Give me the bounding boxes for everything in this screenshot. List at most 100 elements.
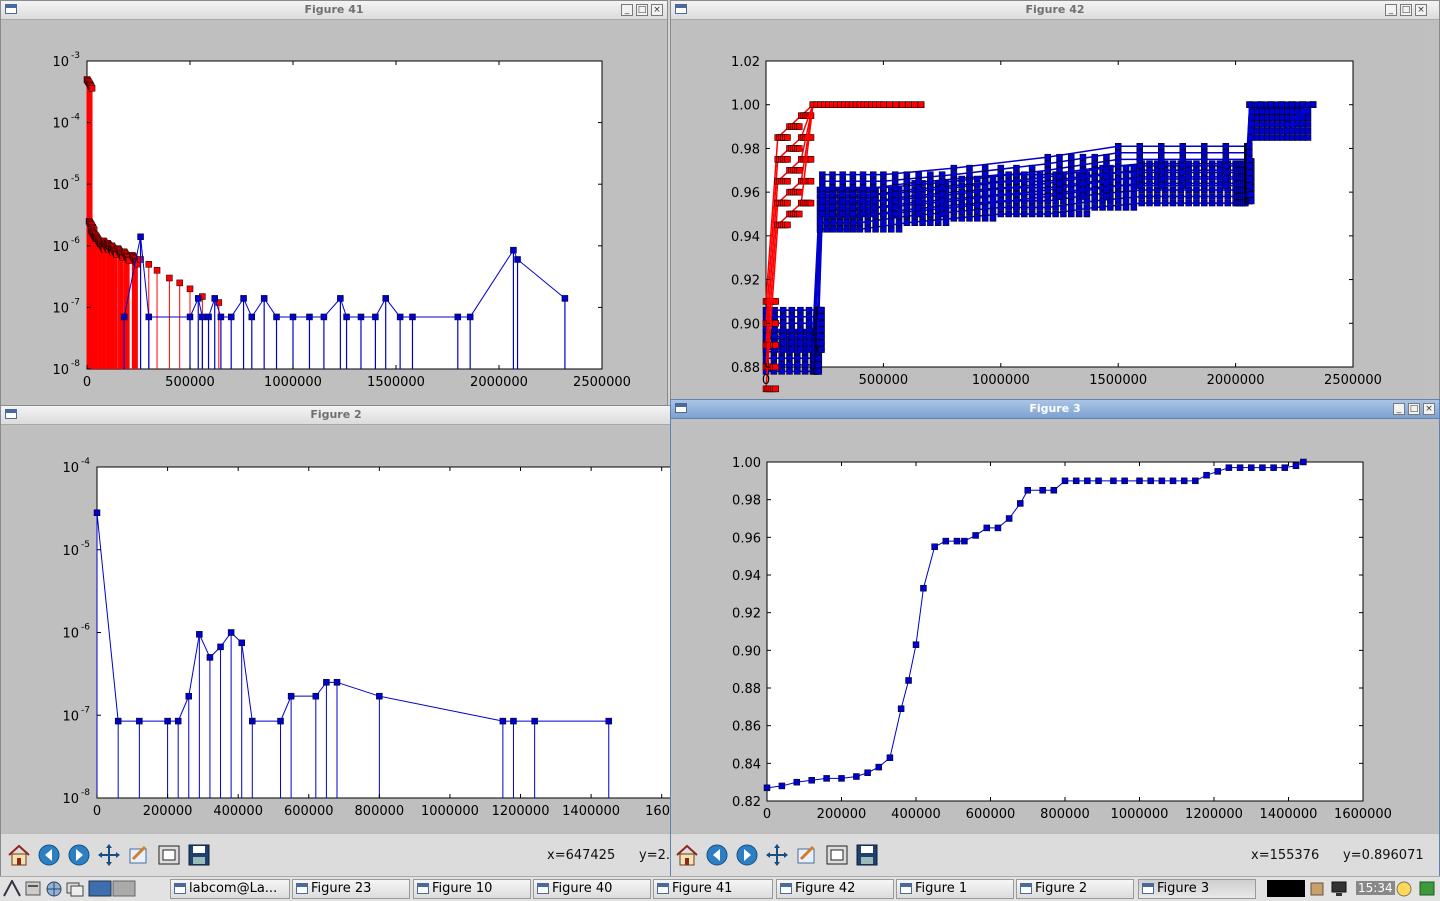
start-menu-icon[interactable]	[3, 880, 21, 897]
close-button[interactable]: ×	[1423, 403, 1435, 415]
data-point	[818, 339, 825, 347]
save-button[interactable]	[186, 842, 212, 868]
data-point	[772, 341, 780, 349]
back-button[interactable]	[36, 842, 62, 868]
plot-area	[86, 60, 603, 370]
x-tick-label: 1200000	[1185, 807, 1243, 822]
taskbar-item[interactable]: Figure 2	[1016, 879, 1134, 899]
taskbar-item[interactable]: Figure 3	[1138, 879, 1256, 899]
title-bar[interactable]: Figure 2	[1, 406, 671, 425]
plot-figure-2[interactable]: 0 200000 400000 600000 800000 1000000 1200000 1…	[7, 428, 672, 834]
data-point	[1185, 186, 1192, 194]
taskbar-item[interactable]: Figure 10	[413, 879, 531, 899]
save-button[interactable]	[854, 842, 880, 868]
title-bar[interactable]: Figure 42 _ □ ×	[671, 1, 1439, 20]
taskbar-item[interactable]: Figure 41	[653, 879, 773, 899]
figure-canvas[interactable]: 0 200000 400000 600000 800000 1000000 1200000 1…	[677, 422, 1435, 834]
x-tick-label: 0	[93, 804, 101, 819]
data-point	[864, 226, 871, 233]
data-point	[166, 274, 173, 282]
data-point	[815, 368, 823, 375]
maximize-button[interactable]: □	[636, 4, 648, 16]
data-point	[1185, 193, 1192, 200]
figure-canvas[interactable]: 0 500000 1000000 1500000 2000000 2500000 0.88 0…	[677, 25, 1423, 401]
cursor-y-readout: y=0.896071	[1343, 848, 1424, 863]
data-point	[938, 210, 946, 218]
taskbar-item[interactable]: labcom@La...	[170, 879, 290, 899]
data-point	[1154, 193, 1161, 200]
minimize-button[interactable]: _	[1393, 403, 1405, 415]
plot-figure-3[interactable]: 0 200000 400000 600000 800000 1000000 1200000 1…	[677, 422, 1435, 834]
data-point	[911, 101, 918, 108]
plot-figure-41[interactable]: 0 500000 1000000 1500000 2000000 250000010 -81…	[7, 25, 663, 403]
close-button[interactable]: ×	[651, 4, 663, 16]
data-point	[1267, 101, 1275, 108]
figure-canvas[interactable]: 0 200000 400000 600000 800000 1000000 1200000 1…	[7, 428, 672, 834]
terminal-icon[interactable]	[66, 880, 84, 897]
zoom-button[interactable]	[794, 842, 820, 868]
data-point	[1309, 101, 1317, 108]
navigation-toolbar: x=155376 y=0.896071	[671, 833, 1439, 876]
data-point	[1270, 464, 1277, 471]
data-point	[994, 524, 1002, 532]
maximize-button[interactable]: □	[1400, 4, 1412, 16]
home-button[interactable]	[674, 842, 700, 868]
data-point	[850, 226, 857, 233]
y-tick-exponent: -7	[81, 705, 90, 715]
data-point	[872, 226, 879, 233]
x-tick-label: 0	[763, 807, 771, 822]
home-button[interactable]	[6, 842, 32, 868]
data-point	[938, 184, 946, 192]
data-point	[797, 313, 804, 320]
y-tick-exponent: -5	[81, 540, 90, 550]
pan-button[interactable]	[764, 842, 790, 868]
minimize-button[interactable]: _	[621, 4, 633, 16]
notification-icon[interactable]	[1308, 880, 1326, 897]
data-point	[891, 177, 899, 185]
data-point	[1050, 487, 1058, 494]
subplots-icon	[158, 845, 180, 865]
close-button[interactable]: ×	[1415, 4, 1427, 16]
forward-button[interactable]	[66, 842, 92, 868]
figure-canvas[interactable]: 0 500000 1000000 1500000 2000000 2500000 10 -8 1…	[7, 25, 663, 403]
taskbar-item[interactable]: Figure 40	[533, 879, 651, 899]
data-point	[805, 333, 813, 340]
y-tick-label: 0.98	[732, 494, 761, 509]
power-icon[interactable]	[1395, 880, 1413, 897]
taskbar-item[interactable]: Figure 42	[776, 879, 894, 899]
taskbar-item[interactable]: Figure 1	[896, 879, 1014, 899]
data-point	[164, 717, 171, 725]
title-bar[interactable]: Figure 41 _ □ ×	[1, 1, 667, 20]
subplots-button[interactable]	[156, 842, 182, 868]
data-point	[805, 320, 813, 327]
pan-button[interactable]	[96, 842, 122, 868]
title-bar[interactable]: Figure 3 _ □ ×	[671, 400, 1439, 419]
taskbar-item[interactable]: Figure 23	[292, 879, 410, 899]
data-point	[819, 210, 826, 218]
minimize-button[interactable]: _	[1385, 4, 1397, 16]
data-point	[805, 339, 813, 347]
plot-figure-42[interactable]: 0 500000 1000000 1500000 2000000 2500000 0.88 0…	[677, 25, 1423, 401]
back-button[interactable]	[704, 842, 730, 868]
x-tick-label: 600000	[284, 804, 334, 819]
data-point	[249, 717, 256, 725]
forward-button[interactable]	[734, 842, 760, 868]
clock[interactable]: 15:34	[1356, 881, 1395, 895]
zoom-button[interactable]	[126, 842, 152, 868]
file-manager-icon[interactable]	[24, 880, 42, 897]
data-point	[1203, 471, 1210, 479]
data-point	[997, 197, 1005, 205]
logout-icon[interactable]	[1418, 880, 1436, 897]
arrow-left-icon	[38, 844, 60, 866]
window-icon	[1142, 883, 1154, 894]
y-tick-label: 10	[62, 627, 79, 642]
window-icon	[174, 883, 186, 894]
maximize-button[interactable]: □	[1408, 403, 1420, 415]
desktop-pager-icon[interactable]	[88, 880, 136, 897]
web-browser-icon[interactable]	[45, 880, 63, 897]
subplots-button[interactable]	[824, 842, 850, 868]
data-point	[1130, 204, 1138, 211]
network-icon[interactable]	[1330, 880, 1348, 897]
data-point	[829, 171, 836, 178]
data-point	[1067, 153, 1075, 161]
